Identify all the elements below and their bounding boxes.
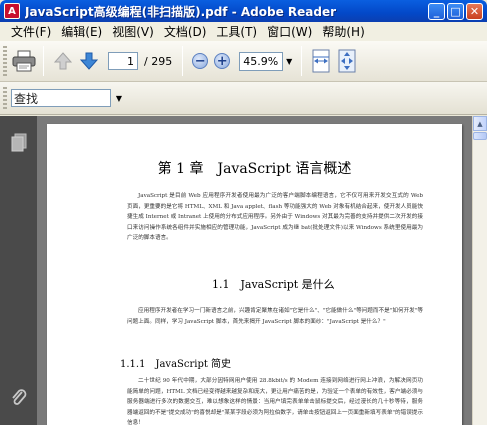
fit-width-button[interactable]	[308, 48, 334, 74]
fit-width-icon	[312, 49, 330, 73]
fit-page-icon	[338, 49, 356, 73]
main-toolbar: / 295 − + ▼	[0, 41, 487, 82]
chapter-title: 第 1 章 JavaScript 语言概述	[157, 161, 352, 177]
window-title: JavaScript高级编程(非扫描版).pdf - Adobe Reader	[25, 4, 337, 19]
print-button[interactable]	[11, 48, 37, 74]
toolbar-separator	[182, 46, 184, 76]
menu-window[interactable]: 窗口(W)	[262, 23, 317, 40]
chevron-down-icon[interactable]: ▼	[113, 94, 125, 103]
zoom-select[interactable]: ▼	[239, 51, 295, 71]
navigation-panel	[0, 116, 37, 425]
section-title: 1.1 JavaScript 是什么	[212, 278, 335, 291]
next-page-icon	[79, 52, 99, 70]
zoom-in-icon[interactable]: +	[214, 53, 231, 69]
document-viewport[interactable]: 第 1 章 JavaScript 语言概述 JavaScript 是目前 Web…	[37, 116, 472, 425]
printer-icon	[12, 50, 36, 72]
section-paragraph: 应用程序开发者在学习一门新语言之前，兴趣肯定聚焦在诸如"它是什么"、"它能做什么…	[127, 308, 423, 325]
previous-page-icon	[53, 52, 73, 70]
fit-page-button[interactable]	[334, 48, 360, 74]
maximize-button[interactable]: □	[447, 2, 464, 20]
toolbar-separator	[301, 46, 303, 76]
attachments-icon[interactable]	[10, 388, 28, 408]
pdf-page: 第 1 章 JavaScript 语言概述 JavaScript 是目前 Web…	[47, 124, 462, 425]
search-toolbar: ▼	[0, 82, 487, 115]
toolbar-grip[interactable]	[3, 87, 7, 109]
subsection-paragraph: 二十世纪 90 年代中期，大部分因特网用户使用 28.8kbit/s 的 Mod…	[127, 378, 423, 425]
adobe-reader-icon: A	[4, 3, 20, 19]
close-button[interactable]: ✕	[466, 2, 483, 20]
chevron-down-icon[interactable]: ▼	[283, 52, 295, 71]
previous-page-button[interactable]	[50, 48, 76, 74]
window-controls: _ □ ✕	[428, 2, 483, 20]
title-bar: A JavaScript高级编程(非扫描版).pdf - Adobe Reade…	[0, 0, 487, 22]
intro-paragraph: JavaScript 是目前 Web 应用程序开发者使用最为广泛的客户端脚本编程…	[127, 193, 423, 242]
menu-bar: 文件(F) 编辑(E) 视图(V) 文档(D) 工具(T) 窗口(W) 帮助(H…	[0, 22, 487, 41]
menu-edit[interactable]: 编辑(E)	[56, 23, 107, 40]
menu-help[interactable]: 帮助(H)	[317, 23, 369, 40]
zoom-level-input[interactable]	[239, 51, 284, 71]
vertical-scrollbar[interactable]: ▲	[472, 116, 487, 425]
next-page-button[interactable]	[76, 48, 102, 74]
toolbar-grip[interactable]	[3, 46, 7, 76]
menu-file[interactable]: 文件(F)	[6, 23, 56, 40]
minimize-button[interactable]: _	[428, 2, 445, 20]
menu-view[interactable]: 视图(V)	[107, 23, 159, 40]
toolbar-separator	[43, 46, 44, 76]
menu-tools[interactable]: 工具(T)	[211, 23, 262, 40]
page-total: / 295	[144, 54, 173, 68]
subsection-title: 1.1.1 JavaScript 简史	[120, 359, 232, 370]
menu-document[interactable]: 文档(D)	[159, 23, 212, 40]
scroll-thumb[interactable]	[473, 132, 487, 140]
page-number-input[interactable]	[108, 52, 138, 70]
scroll-up-icon[interactable]: ▲	[473, 116, 487, 131]
zoom-out-icon[interactable]: −	[192, 53, 209, 69]
search-input[interactable]	[11, 89, 111, 107]
pages-panel-icon[interactable]	[10, 133, 28, 153]
